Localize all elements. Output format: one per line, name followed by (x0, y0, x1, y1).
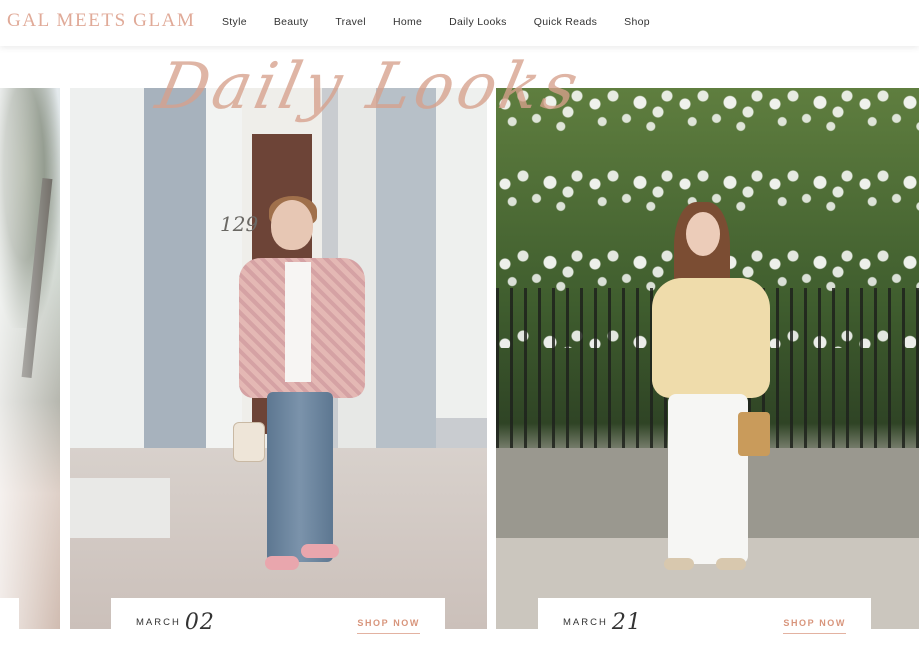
nav-item-beauty[interactable]: Beauty (274, 16, 309, 28)
jeans-shape (267, 392, 333, 562)
slide-march-02[interactable]: 129 (70, 88, 487, 629)
slide-fade-overlay (0, 88, 60, 629)
post-date: MARCH 02 (136, 610, 215, 635)
column-shape (70, 88, 144, 508)
basket-bag-shape (738, 412, 770, 456)
blouse-shape (652, 278, 770, 398)
date-month: MARCH (563, 617, 608, 628)
site-header: GAL MEETS GLAM Style Beauty Travel Home … (0, 0, 919, 46)
model-figure (233, 196, 373, 600)
nav-item-daily-looks[interactable]: Daily Looks (449, 16, 507, 28)
shop-now-link[interactable]: SHOP NOW (783, 618, 846, 634)
caption-card-previous (0, 598, 19, 657)
main-nav: Style Beauty Travel Home Daily Looks Qui… (222, 16, 677, 28)
post-date: MARCH 21 (563, 610, 642, 635)
sidewall-shape (376, 88, 436, 448)
slide-march-21[interactable] (496, 88, 919, 629)
nav-item-shop[interactable]: Shop (624, 16, 650, 28)
handbag-shape (233, 422, 265, 462)
daily-looks-carousel[interactable]: 129 MARCH 02 SHOP NOW MARCH 21 SHOP NOW (0, 46, 919, 657)
caption-card-march-02: MARCH 02 SHOP NOW (111, 598, 445, 657)
date-day: 02 (184, 610, 215, 635)
pants-shape (668, 394, 748, 564)
caption-card-march-21: MARCH 21 SHOP NOW (538, 598, 871, 657)
shoe-shape (265, 556, 299, 570)
date-month: MARCH (136, 617, 181, 628)
shop-now-link[interactable]: SHOP NOW (357, 618, 420, 634)
head-shape (686, 212, 720, 256)
nav-item-style[interactable]: Style (222, 16, 247, 28)
model-figure (646, 202, 776, 608)
shirt-shape (285, 262, 311, 382)
site-logo[interactable]: GAL MEETS GLAM (7, 10, 195, 32)
wall-shape (144, 88, 206, 448)
slide-previous[interactable] (0, 88, 60, 629)
nav-item-home[interactable]: Home (393, 16, 422, 28)
nav-item-quick-reads[interactable]: Quick Reads (534, 16, 597, 28)
shoe-shape (716, 558, 746, 570)
date-day: 21 (611, 610, 642, 635)
head-shape (271, 200, 313, 250)
shoe-shape (664, 558, 694, 570)
far-wall-shape (436, 88, 487, 418)
shoe-shape (301, 544, 339, 558)
step-shape (70, 478, 170, 538)
nav-item-travel[interactable]: Travel (335, 16, 366, 28)
